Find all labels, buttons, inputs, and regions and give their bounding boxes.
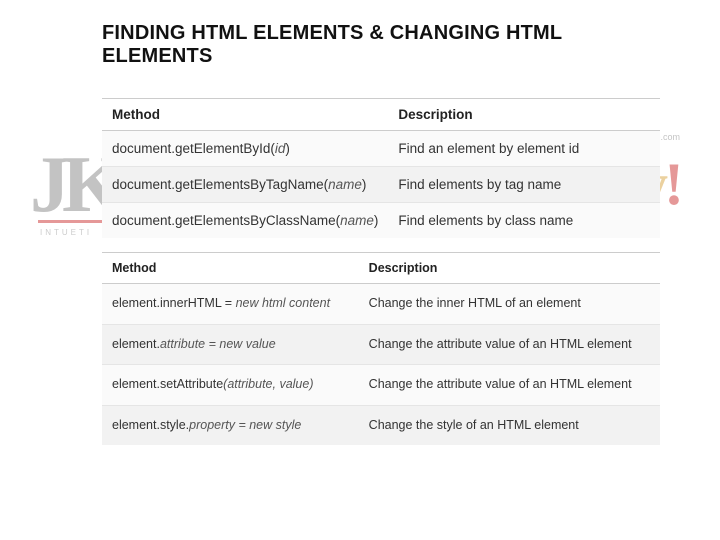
method-text-end: ) bbox=[362, 177, 367, 192]
header-description: Description bbox=[388, 99, 660, 131]
cell-description: Change the attribute value of an HTML el… bbox=[359, 324, 660, 365]
table-header-row: Method Description bbox=[102, 99, 660, 131]
cell-description: Find elements by tag name bbox=[388, 167, 660, 203]
cell-method: element.setAttribute(attribute, value) bbox=[102, 365, 359, 406]
table-row: document.getElementsByTagName(name) Find… bbox=[102, 167, 660, 203]
cell-description: Change the inner HTML of an element bbox=[359, 284, 660, 325]
table-row: document.getElementById(id) Find an elem… bbox=[102, 131, 660, 167]
cell-method: element.innerHTML = new html content bbox=[102, 284, 359, 325]
method-mid: attribute = new value bbox=[160, 337, 276, 351]
method-arg: name bbox=[328, 177, 362, 192]
table-row: element.setAttribute(attribute, value) C… bbox=[102, 365, 660, 406]
table-header-row: Method Description bbox=[102, 253, 660, 284]
table-row: element.style.property = new style Chang… bbox=[102, 405, 660, 445]
method-arg: new html content bbox=[236, 296, 331, 310]
table-finding-elements: Method Description document.getElementBy… bbox=[102, 98, 660, 238]
method-arg: name bbox=[340, 213, 374, 228]
method-text: document.getElementsByClassName( bbox=[112, 213, 340, 228]
cell-method: document.getElementsByTagName(name) bbox=[102, 167, 388, 203]
table-row: document.getElementsByClassName(name) Fi… bbox=[102, 203, 660, 239]
method-arg: (attribute, value) bbox=[223, 377, 313, 391]
page-title: FINDING HTML ELEMENTS & CHANGING HTML EL… bbox=[102, 22, 660, 68]
slide-content: FINDING HTML ELEMENTS & CHANGING HTML EL… bbox=[0, 0, 720, 445]
method-mid: property = new style bbox=[189, 418, 301, 432]
method-text: element.style. bbox=[112, 418, 189, 432]
method-text-end: ) bbox=[374, 213, 379, 228]
table-row: element.attribute = new value Change the… bbox=[102, 324, 660, 365]
cell-method: document.getElementById(id) bbox=[102, 131, 388, 167]
cell-method: element.attribute = new value bbox=[102, 324, 359, 365]
method-text-end: ) bbox=[285, 141, 290, 156]
cell-method: document.getElementsByClassName(name) bbox=[102, 203, 388, 239]
cell-description: Find elements by class name bbox=[388, 203, 660, 239]
table-changing-elements: Method Description element.innerHTML = n… bbox=[102, 252, 660, 445]
cell-description: Change the attribute value of an HTML el… bbox=[359, 365, 660, 406]
method-text: element. bbox=[112, 337, 160, 351]
cell-method: element.style.property = new style bbox=[102, 405, 359, 445]
cell-description: Change the style of an HTML element bbox=[359, 405, 660, 445]
header-method: Method bbox=[102, 253, 359, 284]
method-text: document.getElementsByTagName( bbox=[112, 177, 328, 192]
header-description: Description bbox=[359, 253, 660, 284]
cell-description: Find an element by element id bbox=[388, 131, 660, 167]
table-row: element.innerHTML = new html content Cha… bbox=[102, 284, 660, 325]
method-text: element.setAttribute bbox=[112, 377, 223, 391]
method-text: element.innerHTML = bbox=[112, 296, 236, 310]
method-text: document.getElementById( bbox=[112, 141, 275, 156]
method-arg: id bbox=[275, 141, 286, 156]
header-method: Method bbox=[102, 99, 388, 131]
